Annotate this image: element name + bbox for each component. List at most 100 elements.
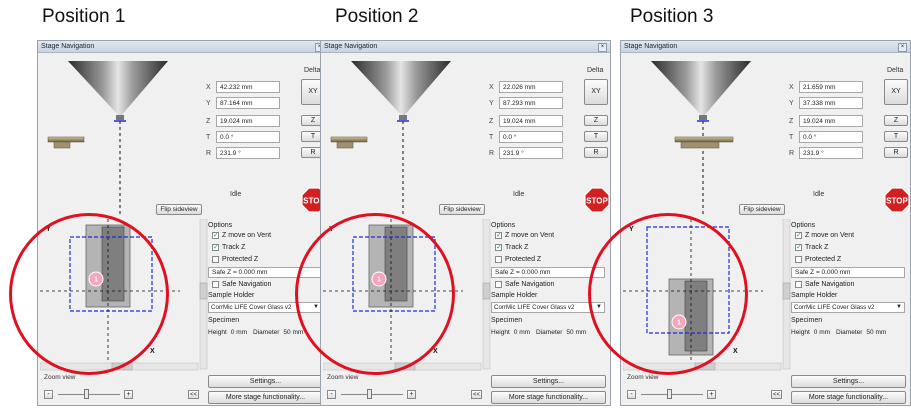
side-view-canvas — [47, 61, 168, 215]
top-view-canvas[interactable]: 1 Y X — [323, 219, 491, 371]
close-icon[interactable]: × — [898, 43, 907, 52]
coord-field-x[interactable]: 42.232 mm — [216, 81, 280, 93]
z-move-on-vent-label: Z move on Vent — [505, 232, 555, 239]
settings-button[interactable]: Settings... — [491, 375, 606, 388]
safe-z-field[interactable]: Safe Z = 0.000 mm — [791, 267, 905, 278]
z-move-on-vent-box[interactable]: ✓ — [495, 232, 502, 239]
track-z-box[interactable]: ✓ — [212, 244, 219, 251]
safe-z-field[interactable]: Safe Z = 0.000 mm — [491, 267, 605, 278]
zoom-out-button[interactable]: - — [44, 390, 53, 399]
top-view-canvas[interactable]: 1 Y X — [623, 219, 791, 371]
height-field[interactable]: 0 mm — [514, 329, 530, 336]
vertical-scrollbar-thumb — [782, 282, 791, 300]
zoom-slider-thumb[interactable] — [667, 389, 672, 399]
zoom-in-button[interactable]: + — [707, 390, 716, 399]
height-field[interactable]: 0 mm — [814, 329, 830, 336]
pole-piece-cone — [651, 61, 751, 117]
more-stage-functionality-button[interactable]: More stage functionality... — [208, 391, 323, 404]
track-z-box[interactable]: ✓ — [795, 244, 802, 251]
protected-z-box[interactable] — [212, 256, 219, 263]
flip-sideview-button[interactable]: Flip sideview — [439, 204, 485, 215]
t-button[interactable]: T — [584, 131, 608, 142]
collapse-button[interactable]: << — [471, 390, 482, 399]
coord-label-x: X — [206, 84, 211, 91]
zoom-view-label: Zoom view — [627, 374, 659, 381]
coord-field-r[interactable]: 231.9 ° — [799, 147, 863, 159]
coord-label-t: T — [489, 134, 494, 141]
zoom-out-button[interactable]: - — [327, 390, 336, 399]
zoom-slider-track[interactable] — [341, 394, 403, 395]
coord-field-t[interactable]: 0.0 ° — [799, 131, 863, 143]
specimen-label: Specimen — [208, 317, 240, 324]
stop-button[interactable]: STOP — [884, 187, 910, 213]
safe-navigation-box[interactable] — [795, 281, 802, 288]
z-move-on-vent-box[interactable]: ✓ — [212, 232, 219, 239]
stop-button[interactable]: STOP — [584, 187, 610, 213]
coord-field-z[interactable]: 19.024 mm — [216, 115, 280, 127]
safe-z-field[interactable]: Safe Z = 0.000 mm — [208, 267, 322, 278]
collapse-button[interactable]: << — [188, 390, 199, 399]
coord-field-z[interactable]: 19.024 mm — [799, 115, 863, 127]
z-button[interactable]: Z — [584, 115, 608, 126]
zoom-slider-thumb[interactable] — [84, 389, 89, 399]
diameter-field[interactable]: 50 mm — [866, 329, 886, 336]
coord-field-t[interactable]: 0.0 ° — [499, 131, 563, 143]
sample-holder-select[interactable]: CorrMic LIFE Cover Glass v2 ▼ — [791, 302, 905, 313]
diameter-label: Diameter — [836, 329, 863, 336]
track-z-label: Track Z — [505, 244, 529, 251]
zoom-in-button[interactable]: + — [407, 390, 416, 399]
zoom-slider-track[interactable] — [58, 394, 120, 395]
coord-field-z[interactable]: 19.024 mm — [499, 115, 563, 127]
coord-field-t[interactable]: 0.0 ° — [216, 131, 280, 143]
safe-navigation-box[interactable] — [495, 281, 502, 288]
chevron-down-icon[interactable]: ▼ — [313, 303, 319, 312]
coord-field-r[interactable]: 231.9 ° — [499, 147, 563, 159]
cone-tip — [399, 115, 407, 120]
top-view-canvas[interactable]: 1 Y X — [40, 219, 208, 371]
zoom-slider-thumb[interactable] — [367, 389, 372, 399]
coord-field-x[interactable]: 21.659 mm — [799, 81, 863, 93]
close-icon[interactable]: × — [598, 43, 607, 52]
coord-label-r: R — [206, 150, 212, 157]
safe-navigation-box[interactable] — [212, 281, 219, 288]
settings-button[interactable]: Settings... — [208, 375, 323, 388]
coord-label-t: T — [206, 134, 211, 141]
vertical-scrollbar-thumb — [482, 282, 491, 300]
delta-label: Delta — [304, 67, 321, 74]
settings-button[interactable]: Settings... — [791, 375, 906, 388]
protected-z-box[interactable] — [495, 256, 502, 263]
chevron-down-icon[interactable]: ▼ — [896, 303, 902, 312]
sample-holder-select[interactable]: CorrMic LIFE Cover Glass v2 ▼ — [491, 302, 605, 313]
xy-button[interactable]: XY — [584, 79, 608, 105]
coord-field-r[interactable]: 231.9 ° — [216, 147, 280, 159]
coord-field-x[interactable]: 22.026 mm — [499, 81, 563, 93]
xy-button[interactable]: XY — [884, 79, 908, 105]
coord-label-z: Z — [789, 118, 794, 125]
sample-holder-select[interactable]: CorrMic LIFE Cover Glass v2 ▼ — [208, 302, 322, 313]
protected-z-box[interactable] — [795, 256, 802, 263]
chevron-down-icon[interactable]: ▼ — [596, 303, 602, 312]
z-move-on-vent-box[interactable]: ✓ — [795, 232, 802, 239]
height-field[interactable]: 0 mm — [231, 329, 247, 336]
more-stage-functionality-button[interactable]: More stage functionality... — [491, 391, 606, 404]
status-text: Idle — [813, 191, 825, 198]
diameter-field[interactable]: 50 mm — [283, 329, 303, 336]
collapse-button[interactable]: << — [771, 390, 782, 399]
coord-field-y[interactable]: 87.293 mm — [499, 97, 563, 109]
t-button[interactable]: T — [884, 131, 908, 142]
coord-field-y[interactable]: 87.164 mm — [216, 97, 280, 109]
coord-field-y[interactable]: 37.338 mm — [799, 97, 863, 109]
more-stage-functionality-button[interactable]: More stage functionality... — [791, 391, 906, 404]
zoom-in-button[interactable]: + — [124, 390, 133, 399]
flip-sideview-button[interactable]: Flip sideview — [739, 204, 785, 215]
zoom-out-button[interactable]: - — [627, 390, 636, 399]
r-button[interactable]: R — [884, 147, 908, 158]
flip-sideview-button[interactable]: Flip sideview — [156, 204, 202, 215]
stage-holder-side — [330, 136, 368, 149]
diameter-field[interactable]: 50 mm — [566, 329, 586, 336]
z-button[interactable]: Z — [884, 115, 908, 126]
coord-label-x: X — [789, 84, 794, 91]
r-button[interactable]: R — [584, 147, 608, 158]
track-z-box[interactable]: ✓ — [495, 244, 502, 251]
zoom-slider-track[interactable] — [641, 394, 703, 395]
